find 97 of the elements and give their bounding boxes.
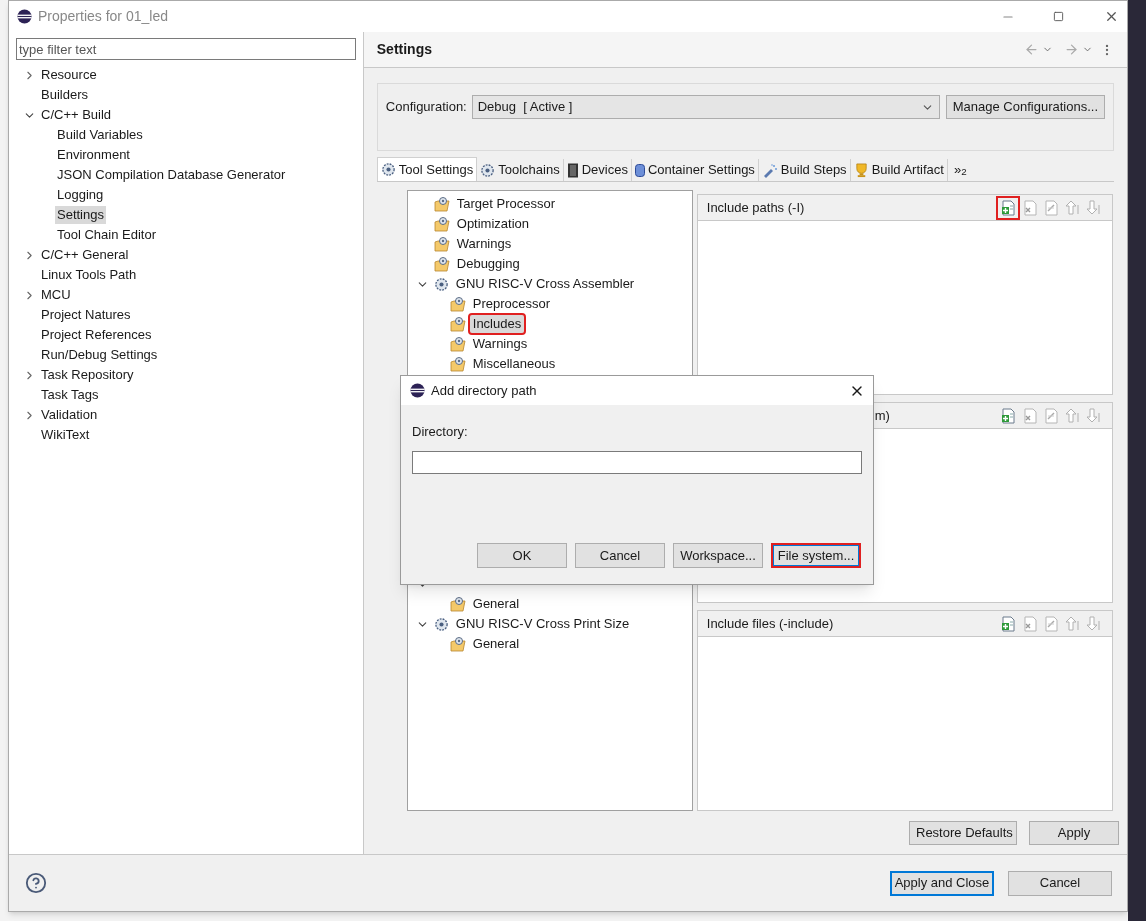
- button[interactable]: Apply and Close: [890, 870, 994, 896]
- down-arrow-icon[interactable]: [1084, 614, 1102, 633]
- tree-item[interactable]: WikiText: [39, 426, 92, 444]
- folder-gear-icon: [433, 196, 450, 212]
- folder-gear-icon: [433, 256, 450, 272]
- edit-icon[interactable]: [1042, 614, 1060, 633]
- folder-gear-icon: [449, 316, 466, 332]
- tree-item[interactable]: Task Repository: [39, 366, 136, 384]
- section-title: m): [874, 406, 890, 425]
- tree-item[interactable]: GNU RISC-V Cross Assembler: [452, 275, 638, 293]
- edit-icon[interactable]: [1042, 406, 1060, 425]
- folder-gear-icon: [433, 216, 450, 232]
- tab[interactable]: Toolchains: [477, 159, 564, 181]
- forward-icon[interactable]: [1064, 42, 1079, 57]
- window-title: Properties for 01_led: [38, 7, 168, 26]
- tree-item[interactable]: Optimization: [453, 215, 533, 233]
- tree-item[interactable]: C/C++ Build: [39, 106, 114, 124]
- help-icon[interactable]: [25, 872, 47, 894]
- down-arrow-icon[interactable]: [1084, 406, 1102, 425]
- edit-icon[interactable]: [1042, 198, 1060, 217]
- button[interactable]: File system...: [771, 543, 861, 568]
- chip-icon: [566, 162, 579, 178]
- button[interactable]: Workspace...: [673, 543, 763, 568]
- folder-gear-icon: [449, 596, 466, 612]
- tree-item[interactable]: GNU RISC-V Cross Print Size: [452, 615, 633, 633]
- tree-item[interactable]: General: [469, 635, 523, 653]
- tree-item[interactable]: Settings: [55, 206, 106, 224]
- folder-gear-icon: [449, 356, 466, 372]
- back-icon[interactable]: [1024, 42, 1039, 57]
- dialog-title: Add directory path: [431, 381, 537, 400]
- directory-label: Directory:: [412, 423, 469, 441]
- tree-item[interactable]: Build Variables: [55, 126, 145, 144]
- folder-gear-icon: [449, 636, 466, 652]
- tree-item[interactable]: Run/Debug Settings: [39, 346, 160, 364]
- gear-icon: [433, 276, 449, 292]
- tree-item[interactable]: Miscellaneous: [469, 355, 559, 373]
- tree-item[interactable]: Warnings: [469, 335, 531, 353]
- configuration-label: Configuration:: [385, 98, 467, 116]
- delete-icon[interactable]: [1021, 406, 1039, 425]
- tree-item[interactable]: Project References: [39, 326, 154, 344]
- tree-item[interactable]: Environment: [55, 146, 132, 164]
- tree-item[interactable]: Preprocessor: [469, 295, 554, 313]
- tab[interactable]: Build Steps: [758, 159, 851, 181]
- tree-item[interactable]: Tool Chain Editor: [55, 226, 158, 244]
- tree-item[interactable]: Project Natures: [39, 306, 133, 324]
- close-icon[interactable]: [1104, 9, 1119, 24]
- button[interactable]: Apply: [1029, 821, 1119, 845]
- gear-icon: [380, 162, 396, 177]
- tree-item[interactable]: JSON Compilation Database Generator: [55, 166, 288, 184]
- trophy-icon: [853, 162, 869, 178]
- button[interactable]: Cancel: [1008, 870, 1112, 896]
- tree-item[interactable]: Validation: [39, 406, 100, 424]
- add-icon[interactable]: [999, 198, 1017, 217]
- button[interactable]: Manage Configurations...: [945, 95, 1105, 119]
- up-arrow-icon[interactable]: [1063, 614, 1081, 633]
- tree-item[interactable]: Builders: [39, 86, 90, 104]
- tab[interactable]: Container Settings: [631, 159, 759, 181]
- section-title: Include paths (-I): [706, 198, 805, 217]
- tree-item[interactable]: General: [469, 595, 523, 613]
- tab[interactable]: Build Artifact: [850, 159, 948, 181]
- add-icon[interactable]: [999, 614, 1017, 633]
- tree-item[interactable]: Linux Tools Path: [39, 266, 139, 284]
- tab[interactable]: Tool Settings: [376, 157, 478, 181]
- delete-icon[interactable]: [1021, 614, 1039, 633]
- up-arrow-icon[interactable]: [1063, 406, 1081, 425]
- delete-icon[interactable]: [1021, 198, 1039, 217]
- tree-item[interactable]: Debugging: [453, 255, 523, 273]
- folder-gear-icon: [449, 336, 466, 352]
- tree-item[interactable]: Warnings: [453, 235, 515, 253]
- eclipse-logo-icon: [17, 9, 32, 24]
- folder-gear-icon: [449, 296, 466, 312]
- gear-icon: [480, 162, 496, 178]
- button[interactable]: OK: [477, 543, 567, 568]
- gear-icon: [433, 616, 449, 632]
- cylinder-icon: [634, 162, 645, 178]
- add-icon[interactable]: [999, 406, 1017, 425]
- directory-field[interactable]: [412, 450, 862, 474]
- tree-item[interactable]: MCU: [39, 286, 73, 304]
- eclipse-logo-icon: [410, 383, 425, 398]
- tree-item[interactable]: C/C++ General: [39, 246, 131, 264]
- page-title: Settings: [376, 40, 432, 59]
- tree-item[interactable]: Target Processor: [453, 195, 559, 213]
- folder-gear-icon: [433, 236, 450, 252]
- filter-field[interactable]: type filter text: [16, 38, 356, 60]
- section-title: Include files (-include): [706, 614, 834, 633]
- tab[interactable]: Devices: [563, 159, 632, 181]
- more-tabs-button[interactable]: »$_{2}$: [947, 159, 973, 181]
- tree-item[interactable]: Includes: [469, 315, 525, 333]
- up-arrow-icon[interactable]: [1063, 198, 1081, 217]
- button[interactable]: Restore Defaults: [909, 821, 1017, 845]
- down-arrow-icon[interactable]: [1084, 198, 1102, 217]
- button[interactable]: Cancel: [575, 543, 665, 568]
- maximize-icon[interactable]: [1053, 11, 1064, 22]
- configuration-select[interactable]: Debug [ Active ]: [471, 95, 940, 119]
- tree-item[interactable]: Resource: [39, 66, 99, 84]
- tree-item[interactable]: Logging: [55, 186, 106, 204]
- tree-item[interactable]: Task Tags: [39, 386, 101, 404]
